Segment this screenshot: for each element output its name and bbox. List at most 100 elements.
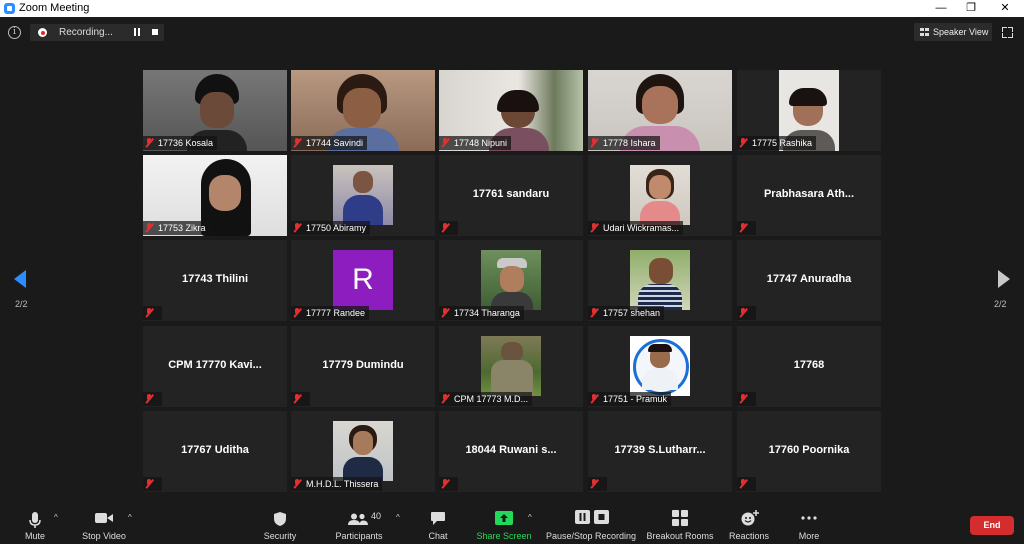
participant-name-tag: 17757 shehan <box>588 306 665 320</box>
participant-tile[interactable]: 17760 Poornika <box>737 411 881 492</box>
participant-tile[interactable]: 17775 Rashika <box>737 70 881 151</box>
participant-name: 17736 Kosala <box>158 138 214 148</box>
participant-tile[interactable]: M.H.D.L. Thissera <box>291 411 435 492</box>
mic-muted-icon <box>590 138 598 147</box>
participant-initial-avatar: R <box>333 250 393 310</box>
participant-name-tag <box>143 306 162 320</box>
pause-stop-icon <box>575 510 609 524</box>
participant-tile[interactable]: 17753 Zikra <box>143 155 287 236</box>
participants-button[interactable]: 40 Participants <box>332 505 386 544</box>
participant-tile[interactable]: 17779 Dumindu <box>291 326 435 407</box>
record-dot-icon <box>38 28 47 37</box>
page-indicator-right: 2/2 <box>994 299 1007 309</box>
more-button[interactable]: More <box>792 505 826 544</box>
participant-name-tag <box>143 477 162 491</box>
zoom-logo-icon <box>4 3 15 14</box>
participant-tile[interactable]: 17751 - Pramuk <box>588 326 732 407</box>
participant-tile[interactable]: 17750 Abiramy <box>291 155 435 236</box>
participant-name-tag: M.H.D.L. Thissera <box>291 477 383 491</box>
mic-muted-icon <box>739 308 747 317</box>
participant-name: 17757 shehan <box>603 308 661 318</box>
participant-tile[interactable]: 17743 Thilini <box>143 240 287 321</box>
security-button[interactable]: Security <box>258 505 302 544</box>
mute-label: Mute <box>24 531 45 541</box>
participant-tile[interactable]: 17736 Kosala <box>143 70 287 151</box>
audio-options-caret-icon[interactable]: ^ <box>54 513 58 522</box>
participants-options-caret-icon[interactable]: ^ <box>396 513 400 522</box>
fullscreen-icon[interactable] <box>1002 27 1013 38</box>
meeting-info-icon[interactable]: i <box>8 26 21 39</box>
participant-tile[interactable]: 17734 Tharanga <box>439 240 583 321</box>
security-label: Security <box>263 531 297 541</box>
participant-name-center: Prabhasara Ath... <box>763 188 855 200</box>
stop-video-label: Stop Video <box>82 531 126 541</box>
participant-tile[interactable]: 17757 shehan <box>588 240 732 321</box>
participant-name-tag <box>291 392 310 406</box>
participant-tile[interactable]: 17761 sandaru <box>439 155 583 236</box>
breakout-rooms-button[interactable]: Breakout Rooms <box>646 505 714 544</box>
mic-muted-icon <box>590 308 598 317</box>
speaker-view-button[interactable]: Speaker View <box>914 23 992 41</box>
participant-tile[interactable]: 17778 Ishara <box>588 70 732 151</box>
participant-tile[interactable]: CPM 17773 M.D... <box>439 326 583 407</box>
close-button[interactable]: ✕ <box>988 0 1022 17</box>
participant-tile[interactable]: 18044 Ruwani s... <box>439 411 583 492</box>
pause-stop-recording-label: Pause/Stop Recording <box>546 531 637 541</box>
previous-page-arrow-icon[interactable] <box>14 270 26 288</box>
mic-muted-icon <box>293 138 301 147</box>
title-bar: Zoom Meeting — ❐ ✕ <box>0 0 1024 17</box>
minimize-button[interactable]: — <box>924 0 958 17</box>
participant-name-tag <box>143 392 162 406</box>
mic-muted-icon <box>441 479 449 488</box>
participant-tile[interactable]: 17739 S.Lutharr... <box>588 411 732 492</box>
participants-count: 40 <box>371 511 382 521</box>
share-options-caret-icon[interactable]: ^ <box>528 513 532 522</box>
reactions-smiley-icon <box>741 510 759 526</box>
participant-tile[interactable]: 17767 Uditha <box>143 411 287 492</box>
mic-muted-icon <box>441 223 449 232</box>
next-page-arrow-icon[interactable] <box>998 270 1010 288</box>
participant-name: 17750 Abiramy <box>306 223 367 233</box>
mic-muted-icon <box>739 138 747 147</box>
pause-recording-icon[interactable] <box>134 28 140 36</box>
mic-muted-icon <box>441 308 449 317</box>
chat-button[interactable]: Chat <box>420 505 456 544</box>
participant-tile[interactable]: 17744 Savindi <box>291 70 435 151</box>
share-screen-button[interactable]: Share Screen <box>476 505 532 544</box>
pause-stop-recording-button[interactable]: Pause/Stop Recording <box>546 505 636 544</box>
participant-tile[interactable]: 17768 <box>737 326 881 407</box>
participant-tile[interactable]: CPM 17770 Kavi... <box>143 326 287 407</box>
mic-muted-icon <box>739 394 747 403</box>
recording-indicator: Recording... <box>30 24 164 41</box>
participant-name-center: 17768 <box>793 359 825 371</box>
stop-recording-icon[interactable] <box>152 29 158 35</box>
participant-name-tag <box>737 477 756 491</box>
participant-name-center: 17760 Poornika <box>768 444 850 456</box>
reactions-button[interactable]: Reactions <box>726 505 772 544</box>
stop-video-button[interactable]: Stop Video <box>78 505 130 544</box>
participant-tile[interactable]: 17747 Anuradha <box>737 240 881 321</box>
participant-name-center: 17743 Thilini <box>181 273 249 285</box>
participant-tile[interactable]: 17748 Nipuni <box>439 70 583 151</box>
mic-muted-icon <box>590 394 598 403</box>
participant-tile[interactable]: R 17777 Randee <box>291 240 435 321</box>
participant-tile[interactable]: Prabhasara Ath... <box>737 155 881 236</box>
grid-icon <box>920 28 929 36</box>
participant-profile-photo <box>481 250 541 310</box>
participant-name: CPM 17773 M.D... <box>454 394 529 404</box>
participant-name-tag: CPM 17773 M.D... <box>439 392 533 406</box>
breakout-rooms-icon <box>672 510 688 526</box>
participant-name-center: 17761 sandaru <box>472 188 550 200</box>
participant-name-tag: 17748 Nipuni <box>439 136 512 150</box>
participants-label: Participants <box>335 531 383 541</box>
end-meeting-button[interactable]: End <box>970 516 1014 535</box>
mic-muted-icon <box>293 394 301 403</box>
speaker-view-label: Speaker View <box>933 27 989 37</box>
mic-muted-icon <box>739 479 747 488</box>
video-options-caret-icon[interactable]: ^ <box>128 513 132 522</box>
maximize-button[interactable]: ❐ <box>954 0 988 17</box>
participant-name-center: CPM 17770 Kavi... <box>168 359 262 371</box>
mute-button[interactable]: Mute <box>14 505 56 544</box>
participant-tile[interactable]: Udari Wickramas... <box>588 155 732 236</box>
mic-muted-icon <box>145 308 153 317</box>
